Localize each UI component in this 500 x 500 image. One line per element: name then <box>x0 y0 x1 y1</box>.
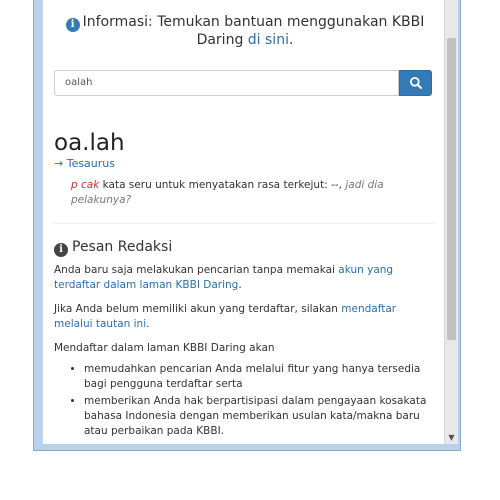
search-button[interactable] <box>399 70 432 96</box>
benefits-list: memudahkan pencarian Anda melalui fitur … <box>54 362 434 441</box>
search-bar: oalah <box>54 70 432 96</box>
entry-headword: oa.lah <box>54 130 125 156</box>
p1-text: Anda baru saja melakukan pencarian tanpa… <box>54 264 339 276</box>
pesan-title-text: Pesan Redaksi <box>72 239 173 255</box>
pesan-redaksi-title: i Pesan Redaksi <box>54 239 172 257</box>
list-item: memberikan Anda hak berpartisipasi dalam… <box>84 394 434 439</box>
info-banner: i Informasi: Temukan bantuan menggunakan … <box>43 14 447 49</box>
class-abbreviation: p cak <box>71 179 100 191</box>
vertical-scrollbar[interactable]: ▼ <box>444 0 458 444</box>
scroll-thumb[interactable] <box>447 38 456 340</box>
browser-window: i Informasi: Temukan bantuan menggunakan … <box>33 0 461 451</box>
p2-end: . <box>146 318 150 330</box>
section-divider <box>54 223 434 224</box>
p2-text: Jika Anda belum memiliki akun yang terda… <box>54 303 342 315</box>
pesan-paragraph-2: Jika Anda belum memiliki akun yang terda… <box>54 302 434 332</box>
p1-end: . <box>238 279 242 291</box>
chevron-down-icon[interactable]: ▼ <box>445 431 458 444</box>
definition-text: kata seru untuk menyatakan rasa terkejut… <box>99 179 346 191</box>
pesan-paragraph-3: Mendaftar dalam laman KBBI Daring akan <box>54 342 275 354</box>
pesan-paragraph-1: Anda baru saja melakukan pencarian tanpa… <box>54 263 434 293</box>
info-circle-icon: i <box>54 243 68 257</box>
page-viewport: i Informasi: Temukan bantuan menggunakan … <box>42 0 447 444</box>
entry-definition: p cak kata seru untuk menyatakan rasa te… <box>71 178 433 208</box>
search-input[interactable]: oalah <box>54 70 399 96</box>
info-suffix: . <box>288 32 294 48</box>
help-link[interactable]: di sini <box>248 32 289 48</box>
list-item: memudahkan pencarian Anda melalui fitur … <box>84 362 434 392</box>
search-icon <box>410 77 422 89</box>
info-circle-icon: i <box>65 18 80 32</box>
tesaurus-link[interactable]: → Tesaurus <box>54 157 115 170</box>
